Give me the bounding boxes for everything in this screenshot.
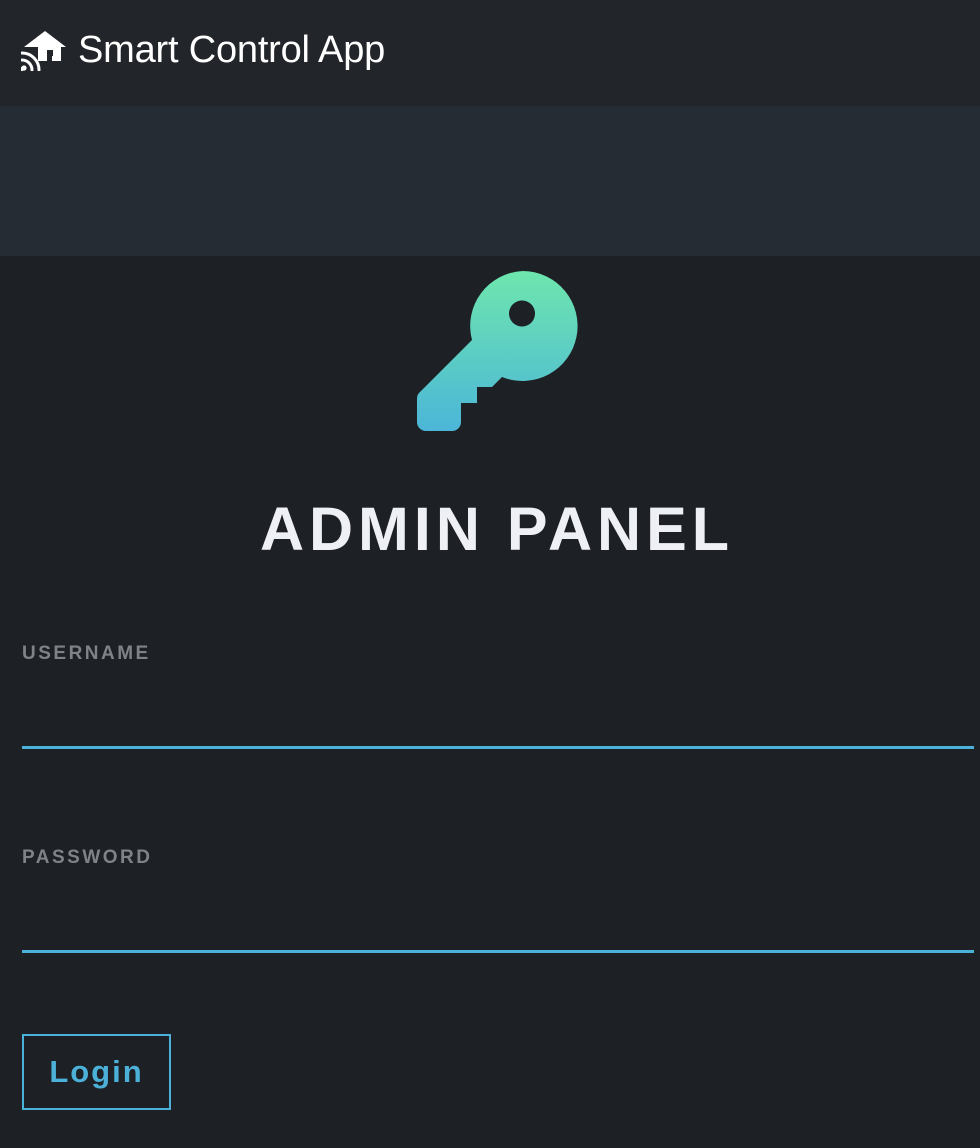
- smart-home-wifi-icon: [21, 31, 66, 71]
- key-icon: [417, 271, 578, 431]
- username-input[interactable]: [22, 697, 974, 749]
- page-title: ADMIN PANEL: [259, 495, 735, 563]
- app-brand[interactable]: Smart Control App: [21, 28, 385, 72]
- top-navigation-bar: Smart Control App: [0, 0, 980, 106]
- login-button[interactable]: Login: [22, 1034, 171, 1110]
- banner-strip: [0, 106, 980, 256]
- password-label: PASSWORD: [22, 847, 153, 868]
- password-input[interactable]: [22, 901, 974, 953]
- app-title: Smart Control App: [78, 29, 386, 71]
- username-label: USERNAME: [22, 643, 151, 664]
